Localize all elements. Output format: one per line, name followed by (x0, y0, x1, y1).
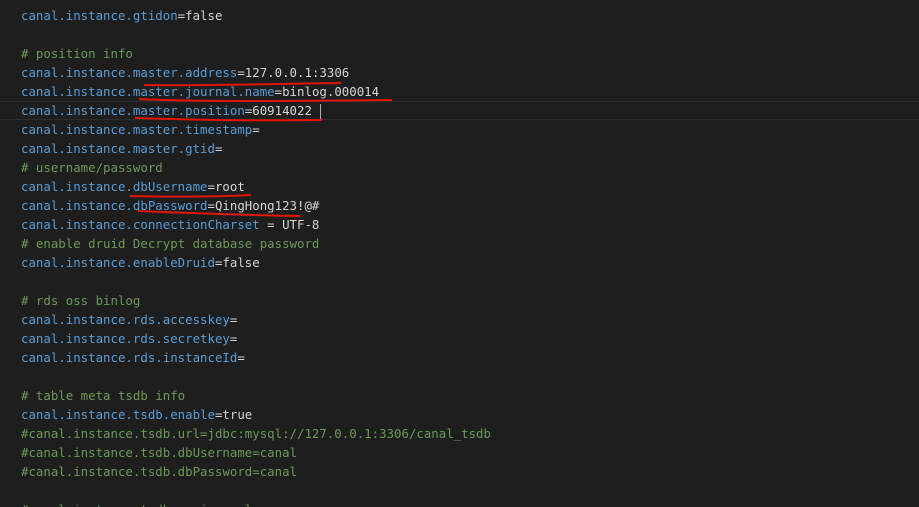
config-key: canal.instance.dbUsername (21, 179, 208, 194)
config-key: canal.instance.master.address (21, 65, 238, 80)
code-line[interactable]: # table meta tsdb info (0, 386, 919, 405)
config-key: canal.instance.master.gtid (21, 141, 215, 156)
code-comment: # position info (21, 46, 133, 61)
config-key: canal.instance.tsdb.enable (21, 407, 215, 422)
code-comment: # rds oss binlog (21, 293, 141, 308)
code-line[interactable]: #canal.instance.tsdb.dbUsername=canal (0, 443, 919, 462)
code-line[interactable]: #canal.instance.tsdb.dbPassword=canal (0, 462, 919, 481)
code-line[interactable]: canal.instance.rds.accesskey= (0, 310, 919, 329)
code-editor[interactable]: canal.instance.gtidon=false # position in… (0, 0, 919, 507)
code-line[interactable]: # rds oss binlog (0, 291, 919, 310)
config-key: canal.instance.gtidon (21, 8, 178, 23)
code-line[interactable]: canal.instance.gtidon=false (0, 6, 919, 25)
config-value: =60914022 (244, 103, 312, 118)
code-line[interactable]: #canal.instance.tsdb.spring.xml (0, 500, 919, 507)
code-line[interactable]: canal.instance.master.position=60914022 (0, 101, 919, 120)
code-line[interactable]: canal.instance.rds.secretkey= (0, 329, 919, 348)
config-key: canal.instance.rds.instanceId (21, 350, 238, 365)
code-line[interactable] (0, 272, 919, 291)
config-value: =127.0.0.1:3306 (237, 65, 350, 80)
code-line[interactable]: # enable druid Decrypt database password (0, 234, 919, 253)
code-comment: # enable druid Decrypt database password (21, 236, 320, 251)
config-value: = (229, 331, 238, 346)
config-value: =false (214, 255, 260, 270)
code-line[interactable]: canal.instance.dbUsername=root (0, 177, 919, 196)
config-key: canal.instance.rds.secretkey (21, 331, 230, 346)
editor-lines: canal.instance.gtidon=false # position in… (0, 6, 919, 507)
code-line[interactable]: canal.instance.dbPassword=QingHong123!@# (0, 196, 919, 215)
code-line[interactable] (0, 481, 919, 500)
code-comment: #canal.instance.tsdb.url=jdbc:mysql://12… (21, 426, 491, 441)
code-line[interactable] (0, 367, 919, 386)
config-value: = (214, 141, 223, 156)
config-value: =true (214, 407, 253, 422)
config-key: canal.instance.connectionCharset (21, 217, 260, 232)
config-key: canal.instance.master.journal.name (21, 84, 275, 99)
code-line[interactable] (0, 25, 919, 44)
code-line[interactable]: canal.instance.connectionCharset = UTF-8 (0, 215, 919, 234)
code-comment: # username/password (21, 160, 163, 175)
code-line[interactable]: canal.instance.master.journal.name=binlo… (0, 82, 919, 101)
code-line[interactable]: canal.instance.enableDruid=false (0, 253, 919, 272)
code-line[interactable]: canal.instance.master.address=127.0.0.1:… (0, 63, 919, 82)
code-line[interactable]: #canal.instance.tsdb.url=jdbc:mysql://12… (0, 424, 919, 443)
config-value: = (229, 312, 238, 327)
text-cursor (320, 104, 321, 119)
config-value: = (237, 350, 245, 365)
config-value: = UTF-8 (259, 217, 320, 232)
code-comment: #canal.instance.tsdb.spring.xml (21, 502, 252, 507)
config-value: =root (207, 179, 245, 194)
config-key: canal.instance.enableDruid (21, 255, 215, 270)
config-value: =QingHong123!@# (207, 198, 320, 213)
code-line[interactable]: canal.instance.tsdb.enable=true (0, 405, 919, 424)
config-key: canal.instance.master.position (21, 103, 245, 118)
code-line[interactable]: # username/password (0, 158, 919, 177)
config-value: =binlog.000014 (274, 84, 380, 99)
code-line[interactable]: canal.instance.master.gtid= (0, 139, 919, 158)
code-comment: #canal.instance.tsdb.dbUsername=canal (21, 445, 298, 460)
config-key: canal.instance.rds.accesskey (21, 312, 230, 327)
code-comment: # table meta tsdb info (21, 388, 186, 403)
config-key: canal.instance.master.timestamp (21, 122, 253, 137)
config-key: canal.instance.dbPassword (21, 198, 208, 213)
code-line[interactable]: canal.instance.master.timestamp= (0, 120, 919, 139)
code-line[interactable]: # position info (0, 44, 919, 63)
config-value: = (252, 122, 260, 137)
code-comment: #canal.instance.tsdb.dbPassword=canal (21, 464, 298, 479)
code-line[interactable]: canal.instance.rds.instanceId= (0, 348, 919, 367)
config-value: =false (177, 8, 223, 23)
